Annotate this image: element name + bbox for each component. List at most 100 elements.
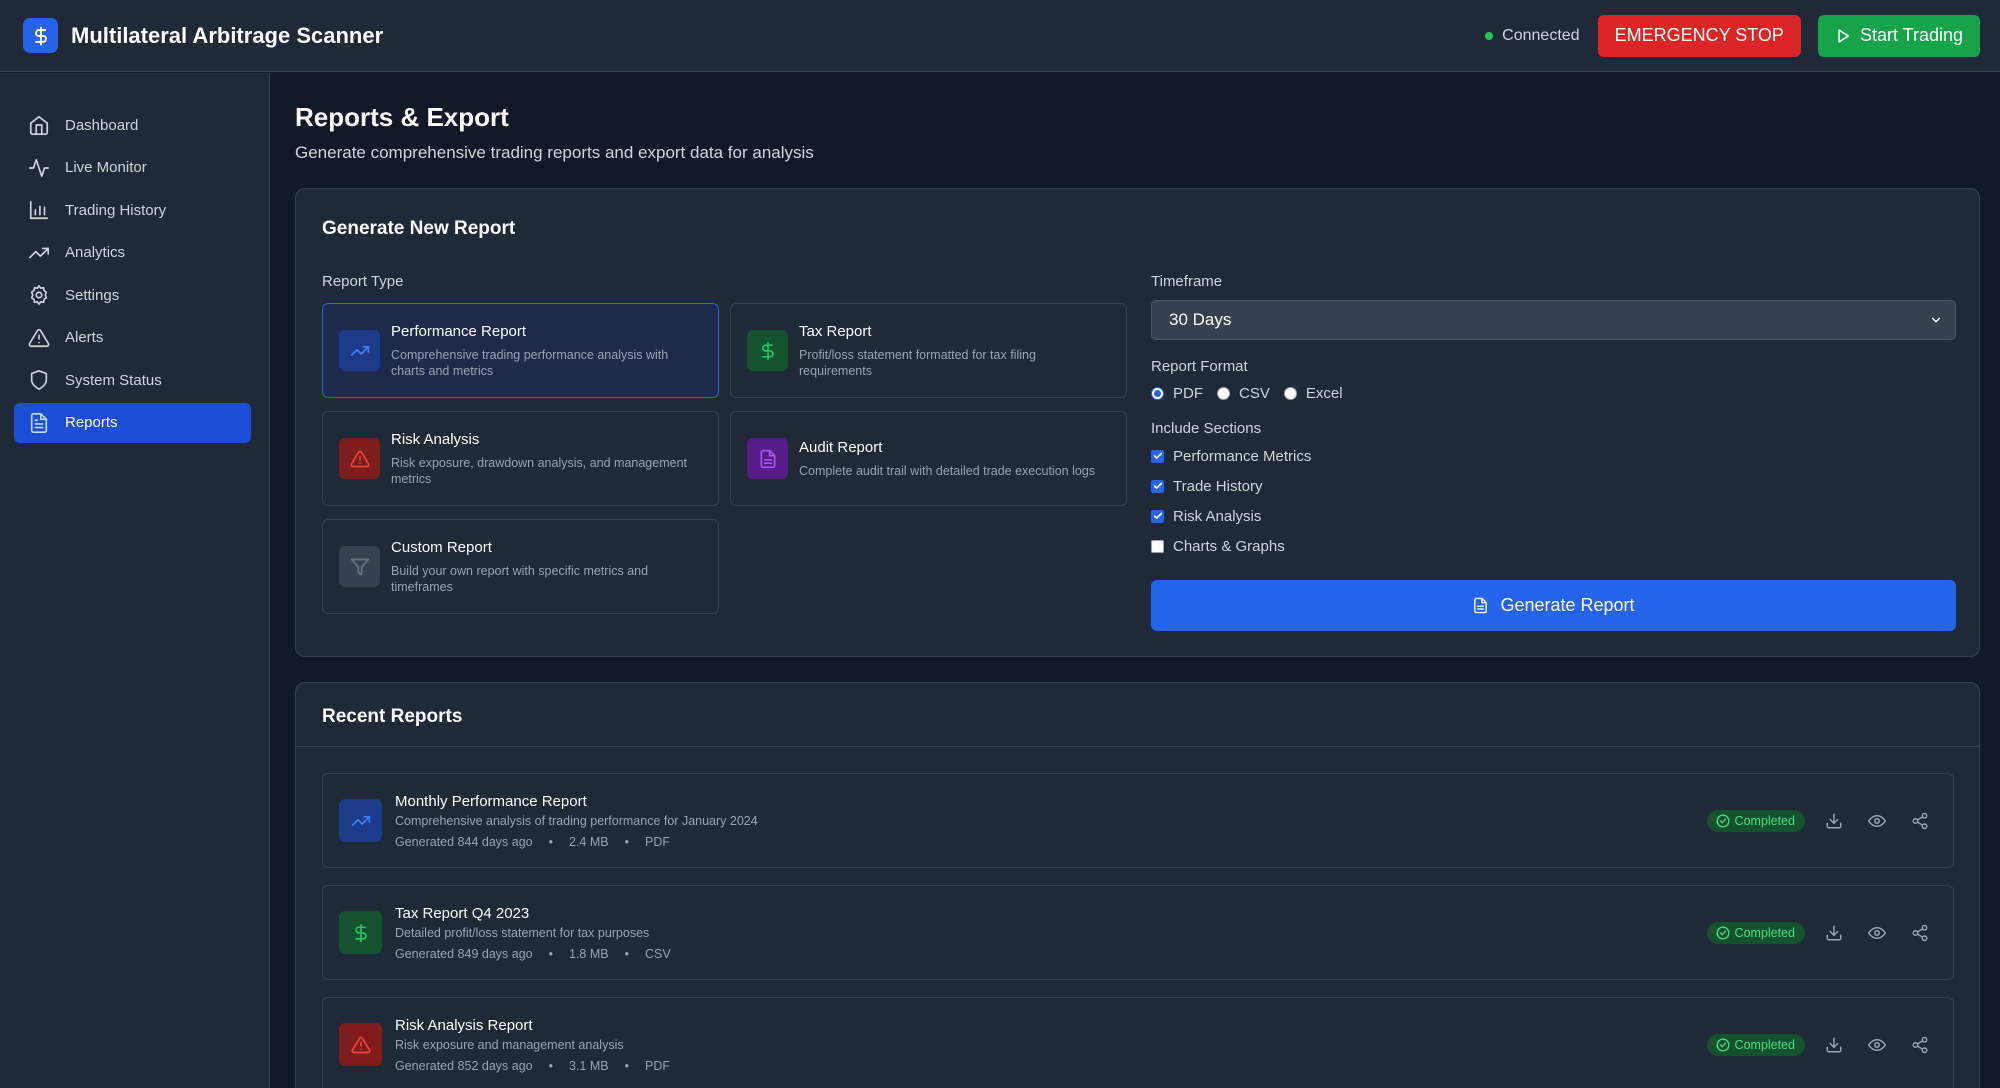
report-type-risk[interactable]: Risk Analysis Risk exposure, drawdown an… [322,411,719,506]
status-badge: Completed [1706,809,1805,832]
report-type-desc: Profit/loss statement formatted for tax … [799,347,1036,378]
timeframe-label: Timeframe [1151,273,1223,290]
checkbox-checked[interactable] [1151,449,1164,463]
report-desc: Comprehensive analysis of trading perfor… [395,813,758,828]
eye-icon[interactable] [1868,812,1886,830]
meta-separator: • [548,1058,553,1073]
recent-reports-card: Recent Reports Monthly Performance Repor… [295,682,1980,1088]
sidebar-item-reports[interactable]: Reports [14,402,251,443]
emergency-stop-button[interactable]: EMERGENCY STOP [1597,14,1801,57]
format-option-pdf[interactable]: PDF [1151,385,1203,402]
status-badge: Completed [1706,1033,1805,1056]
checkbox-checked[interactable] [1151,479,1164,493]
report-size: 3.1 MB [569,1058,609,1073]
page-subtitle: Generate comprehensive trading reports a… [295,143,814,162]
file-text-icon [1472,597,1489,614]
report-row-monthly-performance[interactable]: Monthly Performance Report Comprehensive… [322,773,1954,868]
sidebar-item-label: Reports [65,414,118,431]
report-type-desc: Complete audit trail with detailed trade… [799,463,1096,478]
sidebar-item-label: System Status [65,371,162,389]
section-label: Charts & Graphs [1173,537,1285,555]
report-name: Monthly Performance Report [395,792,587,810]
timeframe-select[interactable]: 30 Days [1151,300,1956,340]
radio-excel[interactable] [1283,387,1297,400]
section-label: Performance Metrics [1173,447,1312,465]
section-risk-analysis[interactable]: Risk Analysis [1151,501,1956,531]
format-label: CSV [1239,385,1270,402]
trending-up-icon [339,330,380,371]
report-type-performance[interactable]: Performance Report Comprehensive trading… [322,303,719,398]
meta-separator: • [624,946,629,961]
start-trading-button[interactable]: Start Trading [1817,14,1980,57]
generate-report-label: Generate Report [1500,595,1635,615]
sidebar-item-dashboard[interactable]: Dashboard [14,105,251,145]
report-desc: Risk exposure and management analysis [395,1037,624,1052]
checkbox-unchecked[interactable] [1151,539,1164,553]
report-name: Risk Analysis Report [395,1016,533,1034]
format-label: Excel [1305,385,1343,402]
download-icon[interactable] [1825,812,1843,830]
section-label: Risk Analysis [1173,507,1262,525]
check-circle-icon [1716,814,1730,828]
report-type-name: Audit Report [799,438,883,456]
meta-separator: • [548,834,553,849]
shield-icon [28,369,50,391]
format-option-excel[interactable]: Excel [1283,385,1343,402]
include-sections-label: Include Sections [1151,420,1262,437]
share-icon[interactable] [1911,812,1929,830]
download-icon[interactable] [1825,924,1843,942]
meta-separator: • [548,946,553,961]
status-text: Completed [1734,1037,1795,1052]
download-icon[interactable] [1825,1036,1843,1054]
report-row-risk-analysis[interactable]: Risk Analysis Report Risk exposure and m… [322,997,1954,1088]
share-icon[interactable] [1911,1036,1929,1054]
check-circle-icon [1716,926,1730,940]
radio-csv[interactable] [1217,387,1230,400]
start-trading-label: Start Trading [1859,25,1963,45]
bar-chart-icon [28,199,50,221]
gear-icon [28,284,50,306]
sidebar-item-system-status[interactable]: System Status [14,360,251,400]
report-type-label: Report Type [322,273,404,290]
emergency-stop-label: EMERGENCY STOP [1614,25,1784,45]
dollar-icon [339,911,382,954]
sidebar-item-alerts[interactable]: Alerts [14,318,251,358]
report-size: 2.4 MB [569,834,609,849]
alert-triangle-icon [339,438,380,479]
sidebar-item-label: Analytics [65,244,126,261]
sidebar-item-settings[interactable]: Settings [14,275,251,315]
report-type-custom[interactable]: Custom Report Build your own report with… [322,519,719,614]
share-icon[interactable] [1911,924,1929,942]
sidebar-item-analytics[interactable]: Analytics [14,233,251,273]
sidebar-item-trading-history[interactable]: Trading History [14,190,251,230]
status-badge: Completed [1706,921,1805,944]
radio-pdf[interactable] [1151,387,1164,400]
play-icon [1835,28,1851,44]
sidebar-item-label: Dashboard [65,116,139,134]
eye-icon[interactable] [1868,1036,1886,1054]
format-label: PDF [1173,385,1203,402]
section-trade-history[interactable]: Trade History [1151,471,1956,501]
sidebar-item-live-monitor[interactable]: Live Monitor [14,148,251,188]
section-performance-metrics[interactable]: Performance Metrics [1151,441,1956,471]
section-charts-graphs[interactable]: Charts & Graphs [1151,531,1956,561]
report-type-audit[interactable]: Audit Report Complete audit trail with d… [730,411,1127,506]
report-type-desc: Build your own report with specific metr… [391,563,649,594]
generate-report-button[interactable]: Generate Report [1151,580,1956,631]
alert-triangle-icon [28,327,50,349]
connection-status-text: Connected [1502,26,1580,44]
sidebar-item-label: Live Monitor [65,159,147,176]
sidebar: Dashboard Live Monitor Trading History A… [0,73,270,1088]
report-type-desc: Risk exposure, drawdown analysis, and ma… [391,455,687,486]
checkbox-checked[interactable] [1151,509,1164,523]
file-text-icon [747,438,788,479]
format-option-csv[interactable]: CSV [1217,385,1270,402]
dollar-icon [747,330,788,371]
section-label: Trade History [1173,477,1263,495]
report-type-tax[interactable]: Tax Report Profit/loss statement formatt… [730,303,1127,398]
report-type-name: Performance Report [391,322,527,340]
report-type-name: Tax Report [799,322,872,340]
report-row-tax-q4[interactable]: Tax Report Q4 2023 Detailed profit/loss … [322,885,1954,980]
activity-icon [28,157,50,179]
eye-icon[interactable] [1868,924,1886,942]
